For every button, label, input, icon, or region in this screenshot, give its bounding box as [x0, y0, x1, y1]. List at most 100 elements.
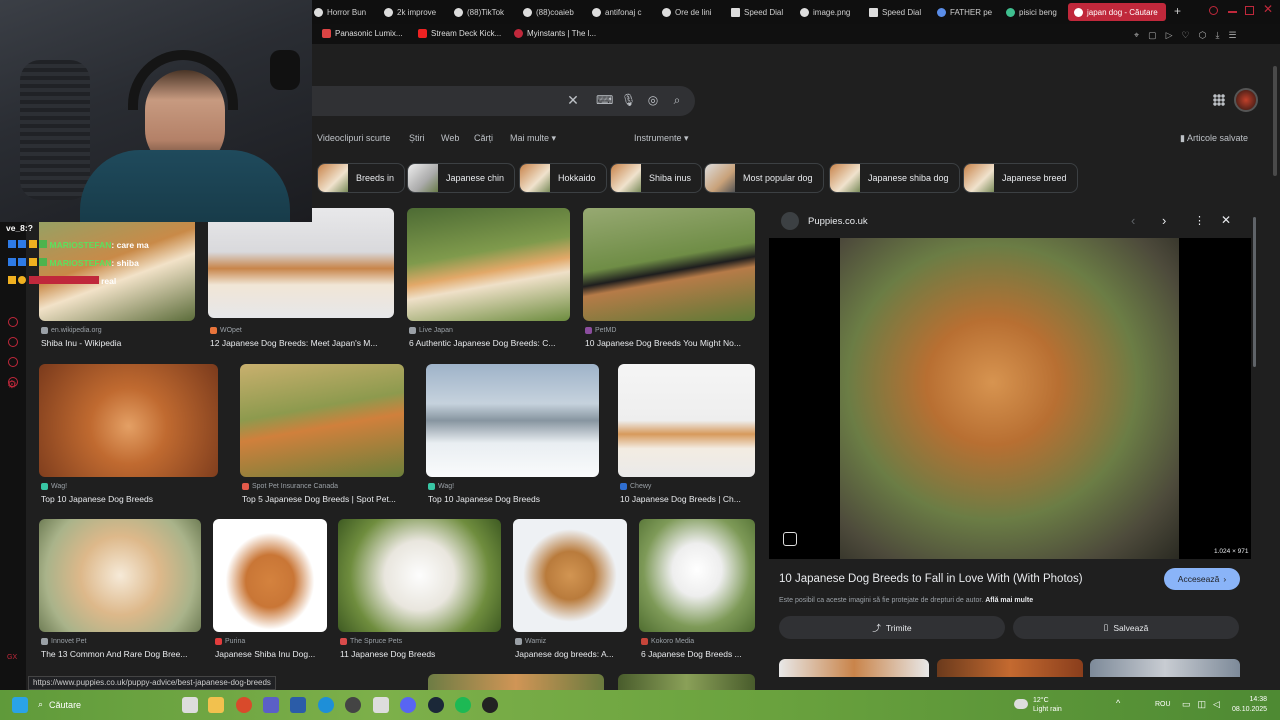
more-options-icon[interactable]: ⋮	[1194, 214, 1205, 227]
result-card[interactable]: PetMD 10 Japanese Dog Breeds You Might N…	[583, 208, 755, 348]
tab-speed-dial-2[interactable]: Speed Dial	[869, 3, 925, 21]
result-image[interactable]	[513, 519, 627, 632]
chip-breeds-in[interactable]: Breeds in	[317, 163, 406, 193]
apps-icon[interactable]	[1213, 94, 1225, 106]
scrollbar[interactable]	[1253, 217, 1256, 367]
avatar[interactable]	[1234, 88, 1258, 112]
result-card[interactable]: Spot Pet Insurance Canada Top 5 Japanese…	[240, 364, 404, 504]
result-image[interactable]	[618, 364, 755, 477]
search-icon[interactable]: ⌕	[670, 93, 684, 107]
edge-icon[interactable]	[318, 697, 334, 713]
related-image[interactable]	[779, 659, 929, 677]
result-title[interactable]: 10 Japanese Dog Breeds | Ch...	[620, 494, 757, 504]
settings-icon[interactable]: ⚙	[7, 378, 17, 391]
result-title[interactable]: Top 5 Japanese Dog Breeds | Spot Pet...	[242, 494, 406, 504]
result-title[interactable]: Top 10 Japanese Dog Breeds	[428, 494, 601, 504]
related-image[interactable]	[1090, 659, 1240, 677]
minimize-icon[interactable]	[1228, 11, 1237, 13]
preview-site-name[interactable]: Puppies.co.uk	[808, 216, 868, 227]
maximize-icon[interactable]	[1245, 6, 1254, 15]
preview-title[interactable]: 10 Japanese Dog Breeds to Fall in Love W…	[779, 573, 1083, 585]
sidebar-icon[interactable]	[8, 317, 18, 327]
result-title[interactable]: Japanese dog breeds: A...	[515, 649, 629, 659]
tab-pisici[interactable]: pisici beng	[1006, 3, 1062, 21]
result-image[interactable]	[39, 519, 201, 632]
tab-tiktok[interactable]: (88)TikTok	[454, 3, 510, 21]
task-view-icon[interactable]	[182, 697, 198, 713]
result-title[interactable]: 6 Japanese Dog Breeds ...	[641, 649, 757, 659]
teams-icon[interactable]	[263, 697, 279, 713]
tab-tiktok-2[interactable]: (88)coaieb	[523, 3, 579, 21]
windows-start-icon[interactable]	[12, 697, 28, 713]
display-icon[interactable]: ▭	[1182, 699, 1191, 710]
lens-icon[interactable]: ◎	[646, 93, 660, 107]
pin-icon[interactable]: ⌖	[1134, 30, 1139, 41]
chip-japanese-shiba-dog[interactable]: Japanese shiba dog	[829, 163, 960, 193]
result-card[interactable]: Wag! Top 10 Japanese Dog Breeds	[39, 364, 218, 504]
chip-japanese-chin[interactable]: Japanese chin	[407, 163, 516, 193]
play-icon[interactable]: ▷	[1166, 30, 1173, 41]
tab-improve[interactable]: 2k improve	[384, 3, 440, 21]
clear-icon[interactable]: ✕	[566, 93, 580, 107]
result-image[interactable]	[208, 208, 394, 318]
obs-icon[interactable]	[482, 697, 498, 713]
taskbar-search[interactable]: ⌕ Căutare	[38, 699, 81, 710]
tab-ore[interactable]: Ore de lini	[662, 3, 718, 21]
result-title[interactable]: 6 Authentic Japanese Dog Breeds: C...	[409, 338, 572, 348]
result-image[interactable]	[583, 208, 755, 321]
nav-more[interactable]: Mai multe ▾	[510, 133, 556, 144]
saved-articles[interactable]: ▮ Articole salvate	[1180, 133, 1248, 144]
result-image[interactable]	[240, 364, 404, 477]
next-icon[interactable]: ›	[1162, 213, 1166, 228]
nav-tools[interactable]: Instrumente ▾	[634, 133, 689, 144]
tab-horror[interactable]: Horror Bun	[314, 3, 370, 21]
file-explorer-icon[interactable]	[208, 697, 224, 713]
result-title[interactable]: Japanese Shiba Inu Dog...	[215, 649, 329, 659]
tab-japan-dog[interactable]: japan dog - Căutare	[1068, 3, 1166, 21]
opera-gx-icon[interactable]	[236, 697, 252, 713]
learn-more-link[interactable]: Află mai multe	[985, 597, 1033, 604]
save-button[interactable]: ▯ Salvează	[1013, 616, 1239, 639]
preview-image[interactable]	[840, 238, 1179, 559]
chip-japanese-breed[interactable]: Japanese breed	[963, 163, 1078, 193]
result-title[interactable]: The 13 Common And Rare Dog Bree...	[41, 649, 203, 659]
bookmark-streamdeck[interactable]: Stream Deck Kick...	[418, 29, 501, 38]
result-card[interactable]: Wamiz Japanese dog breeds: A...	[513, 519, 627, 659]
previous-icon[interactable]: ‹	[1131, 213, 1135, 228]
result-title[interactable]: Shiba Inu - Wikipedia	[41, 338, 197, 348]
sidebar-bottom-icon[interactable]: GX	[7, 654, 17, 661]
search-tabs-icon[interactable]	[1209, 6, 1218, 15]
visit-button[interactable]: Accesează ›	[1164, 568, 1240, 590]
nav-news[interactable]: Știri	[409, 133, 425, 143]
chip-most-popular[interactable]: Most popular dog	[704, 163, 824, 193]
tab-antifonaj[interactable]: antifonaj c	[592, 3, 648, 21]
page-scrollbar[interactable]	[1273, 66, 1277, 176]
result-card[interactable]: Chewy 10 Japanese Dog Breeds | Ch...	[618, 364, 755, 504]
bookmark-panasonic[interactable]: Panasonic Lumix...	[322, 29, 403, 38]
result-card[interactable]: The Spruce Pets 11 Japanese Dog Breeds	[338, 519, 501, 659]
result-title[interactable]: 10 Japanese Dog Breeds You Might No...	[585, 338, 757, 348]
spotify-icon[interactable]	[455, 697, 471, 713]
tab-image[interactable]: image.png	[800, 3, 856, 21]
result-image[interactable]	[428, 674, 604, 690]
tab-speed-dial[interactable]: Speed Dial	[731, 3, 787, 21]
weather-widget[interactable]: 12°C Light rain	[1033, 696, 1062, 714]
close-window-icon[interactable]: ✕	[1263, 2, 1273, 16]
app-icon[interactable]	[373, 697, 389, 713]
result-image[interactable]	[639, 519, 755, 632]
snapshot-icon[interactable]: ▢	[1148, 30, 1157, 41]
result-card[interactable]: Purina Japanese Shiba Inu Dog...	[213, 519, 327, 659]
volume-icon[interactable]: ◁	[1213, 699, 1220, 710]
result-title[interactable]: 12 Japanese Dog Breeds: Meet Japan's M..…	[210, 338, 396, 348]
result-image[interactable]	[213, 519, 327, 632]
result-image[interactable]	[426, 364, 599, 477]
network-icon[interactable]: ◫	[1198, 699, 1207, 710]
result-image[interactable]	[618, 674, 755, 690]
search-input[interactable]: ✕ ⌨ 🎙 ◎ ⌕	[312, 86, 695, 116]
lens-search-icon[interactable]	[783, 532, 797, 546]
result-card[interactable]: Innovet Pet The 13 Common And Rare Dog B…	[39, 519, 201, 659]
sidebar-icon[interactable]	[8, 357, 18, 367]
word-icon[interactable]	[290, 697, 306, 713]
result-image[interactable]	[338, 519, 501, 632]
microphone-icon[interactable]: 🎙	[621, 93, 636, 107]
